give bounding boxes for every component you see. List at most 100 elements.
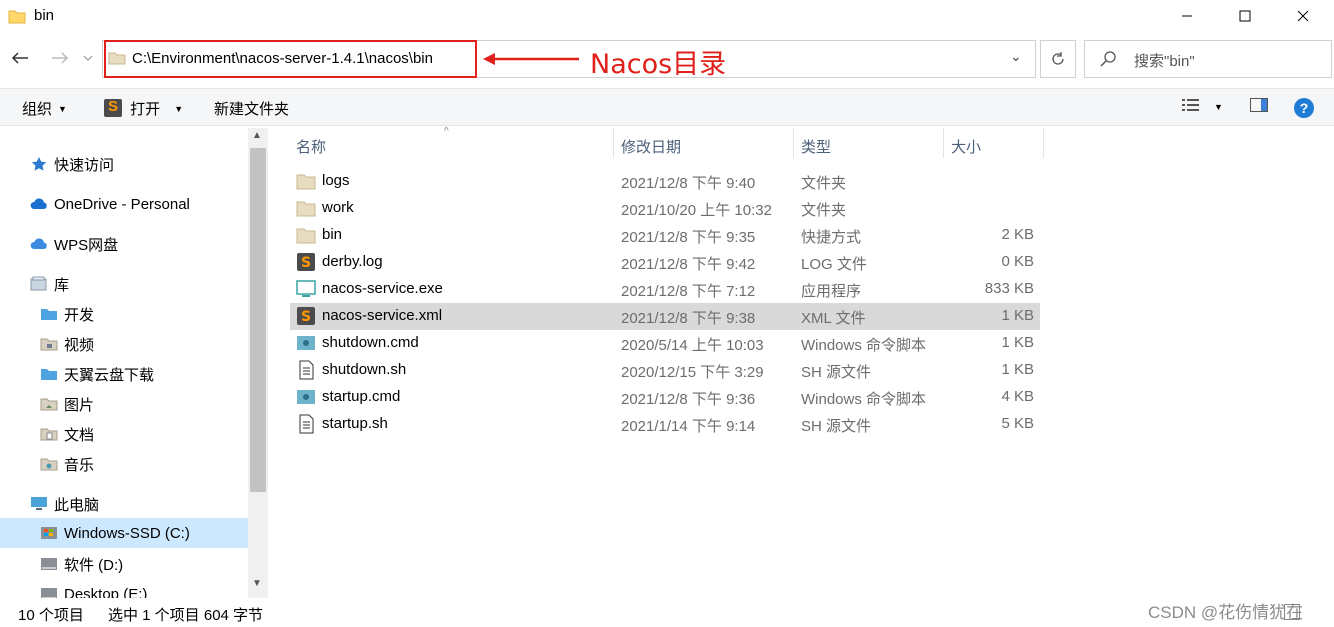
cloud-icon	[30, 238, 47, 249]
sidebar-item-wps[interactable]: WPS网盘	[30, 230, 118, 258]
sidebar-item-label: 此电脑	[54, 496, 100, 514]
file-row[interactable]: Sderby.log 2021/12/8 下午 9:42 LOG 文件 0 KB	[290, 249, 1040, 276]
column-divider[interactable]	[943, 128, 944, 158]
search-input[interactable]: 搜索"bin"	[1134, 50, 1195, 71]
file-row[interactable]: startup.sh 2021/1/14 下午 9:14 SH 源文件 5 KB	[290, 411, 1040, 438]
folder-icon	[296, 201, 316, 217]
column-header-name[interactable]: 名称	[296, 136, 326, 157]
sidebar-item-drive-d[interactable]: 软件 (D:)	[40, 550, 123, 578]
sidebar-item-this-pc[interactable]: 此电脑	[30, 490, 99, 518]
sidebar-item-pictures[interactable]: 图片	[40, 390, 94, 418]
sidebar-item-label: 视频	[64, 336, 95, 354]
library-icon	[30, 276, 47, 291]
command-bar	[0, 88, 1334, 126]
pictures-library-icon	[40, 398, 58, 411]
computer-icon	[31, 497, 47, 510]
folder-icon	[41, 369, 57, 380]
navigation-pane: 快速访问 OneDrive - Personal WPS网盘 库 开发 视频 天…	[0, 128, 268, 598]
column-header-date[interactable]: 修改日期	[621, 136, 681, 157]
folder-icon	[296, 174, 316, 190]
column-divider[interactable]	[613, 128, 614, 158]
caret-down-icon: ▼	[1214, 102, 1223, 112]
search-icon	[1100, 51, 1116, 67]
preview-pane-button[interactable]	[1250, 98, 1268, 116]
details-view-toggle[interactable]	[1284, 604, 1300, 620]
svg-text:S: S	[301, 255, 311, 271]
status-item-count: 10 个项目	[18, 607, 84, 624]
refresh-icon	[1052, 52, 1064, 65]
file-date: 2021/12/8 下午 9:38	[621, 310, 756, 327]
help-icon[interactable]: ?	[1294, 98, 1314, 118]
annotation-label: Nacos目录	[590, 49, 727, 80]
sidebar-item-dev[interactable]: 开发	[40, 300, 94, 328]
recent-locations-button[interactable]	[76, 46, 100, 70]
sidebar-item-library[interactable]: 库	[30, 270, 69, 298]
exe-icon	[296, 280, 316, 297]
file-date: 2021/12/8 下午 9:36	[621, 391, 756, 408]
view-options-button[interactable]: ▼	[1182, 98, 1223, 116]
open-menu[interactable]: 打开 ▼	[104, 98, 183, 119]
file-type: 文件夹	[801, 202, 847, 219]
file-size: 0 KB	[1001, 253, 1034, 270]
file-row[interactable]: nacos-service.exe 2021/12/8 下午 7:12 应用程序 83…	[290, 276, 1040, 303]
sidebar-item-drive-c[interactable]: Windows-SSD (C:)	[0, 518, 248, 548]
file-name: startup.cmd	[322, 388, 401, 405]
column-header-type[interactable]: 类型	[801, 136, 831, 157]
organize-menu[interactable]: 组织 ▼	[22, 98, 67, 119]
file-row[interactable]: startup.cmd 2021/12/8 下午 9:36 Windows 命令脚本…	[290, 384, 1040, 411]
back-button[interactable]	[8, 46, 32, 70]
sort-ascending-icon: ^	[444, 126, 449, 137]
forward-button[interactable]	[48, 46, 72, 70]
file-row[interactable]: Snacos-service.xml 2021/12/8 下午 9:38 XML 文…	[290, 303, 1040, 330]
sidebar-item-videos[interactable]: 视频	[40, 330, 94, 358]
sidebar-item-label: OneDrive - Personal	[54, 195, 190, 213]
open-label: 打开	[130, 101, 161, 118]
column-header-size[interactable]: 大小	[951, 136, 981, 157]
maximize-button[interactable]	[1216, 0, 1274, 32]
file-date: 2020/12/15 下午 3:29	[621, 364, 764, 381]
window-title: bin	[34, 7, 55, 24]
file-row[interactable]: bin 2021/12/8 下午 9:35 快捷方式 2 KB	[290, 222, 1040, 249]
column-divider[interactable]	[1043, 128, 1044, 158]
sidebar-item-documents[interactable]: 文档	[40, 420, 94, 448]
file-row[interactable]: logs 2021/12/8 下午 9:40 文件夹	[290, 168, 1040, 195]
file-type: Windows 命令脚本	[801, 337, 927, 354]
file-type: 快捷方式	[801, 229, 862, 246]
sidebar-item-quick-access[interactable]: 快速访问	[30, 150, 114, 178]
file-size: 833 KB	[984, 280, 1034, 297]
file-row[interactable]: work 2021/10/20 上午 10:32 文件夹	[290, 195, 1040, 222]
column-divider[interactable]	[793, 128, 794, 158]
arrow-right-icon	[52, 52, 69, 64]
file-date: 2021/1/14 下午 9:14	[621, 418, 756, 435]
sidebar-scroll-thumb[interactable]	[250, 148, 266, 492]
sidebar-item-onedrive[interactable]: OneDrive - Personal	[30, 190, 190, 218]
sublime-icon	[104, 98, 122, 117]
file-row[interactable]: shutdown.sh 2020/12/15 下午 3:29 SH 源文件 1 KB	[290, 357, 1040, 384]
new-folder-button[interactable]: 新建文件夹	[214, 98, 289, 119]
file-date: 2021/12/8 下午 9:42	[621, 256, 756, 273]
sidebar-item-music[interactable]: 音乐	[40, 450, 94, 478]
sidebar-item-tianyi[interactable]: 天翼云盘下载	[40, 360, 154, 388]
file-name: nacos-service.xml	[322, 307, 443, 324]
sidebar-item-drive-e[interactable]: Desktop (E:)	[40, 580, 147, 598]
close-button[interactable]	[1274, 0, 1332, 32]
drive-windows-icon	[41, 527, 57, 539]
minimize-button[interactable]	[1158, 0, 1216, 32]
sidebar-item-label: 软件 (D:)	[64, 556, 124, 574]
file-type: 文件夹	[801, 175, 847, 192]
file-size: 1 KB	[1001, 307, 1034, 324]
sidebar-item-label: Windows-SSD (C:)	[64, 524, 190, 542]
search-box[interactable]	[1084, 40, 1332, 78]
drive-icon	[41, 588, 57, 598]
file-name: nacos-service.exe	[322, 280, 443, 297]
scroll-up-icon[interactable]: ▲	[252, 130, 262, 141]
scroll-down-icon[interactable]: ▼	[252, 578, 262, 589]
chevron-down-icon[interactable]: ⌄	[1010, 48, 1022, 65]
file-date: 2021/12/8 下午 9:35	[621, 229, 756, 246]
file-name: logs	[322, 172, 350, 189]
refresh-button[interactable]	[1040, 40, 1076, 78]
file-row[interactable]: shutdown.cmd 2020/5/14 上午 10:03 Windows 命令…	[290, 330, 1040, 357]
file-size: 4 KB	[1001, 388, 1034, 405]
file-date: 2021/12/8 下午 9:40	[621, 175, 756, 192]
address-path[interactable]: C:\Environment\nacos-server-1.4.1\nacos\…	[132, 50, 433, 67]
